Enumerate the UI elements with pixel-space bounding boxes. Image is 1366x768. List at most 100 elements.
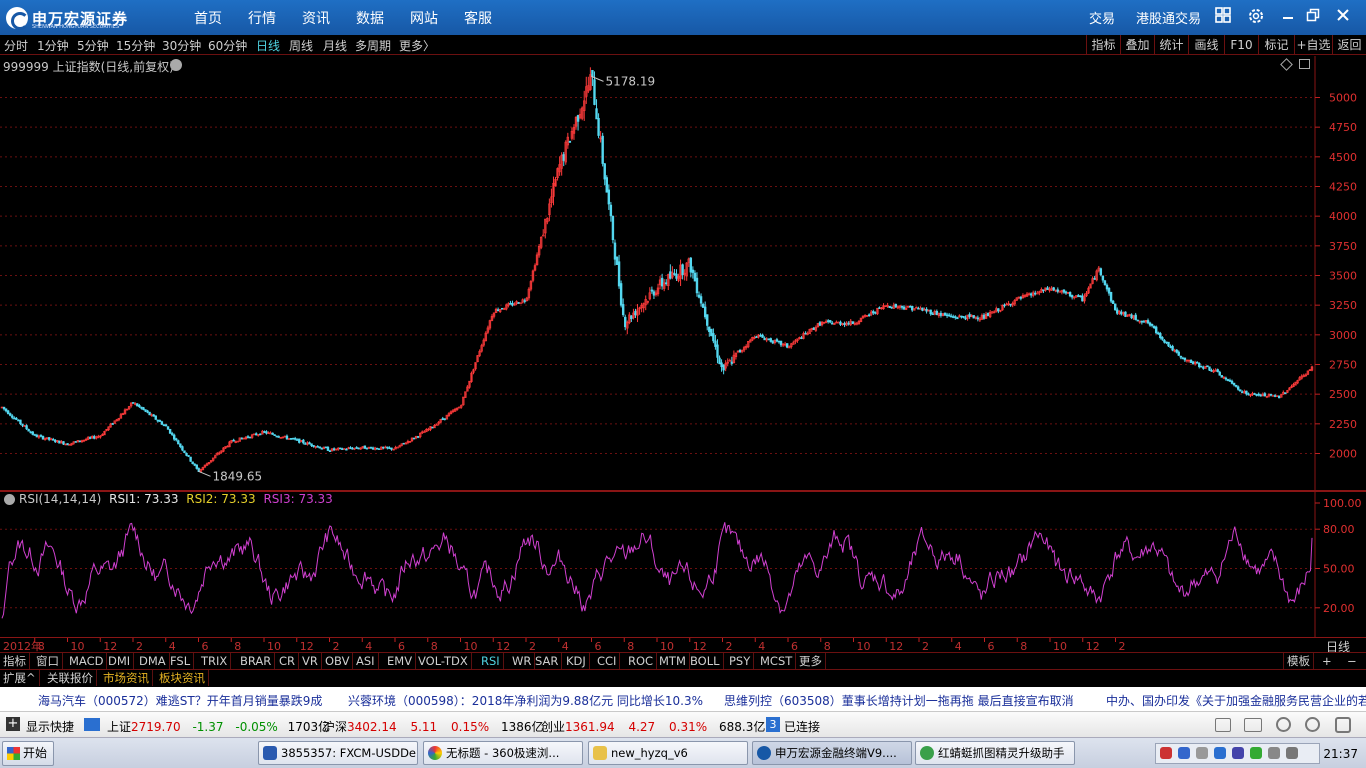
indicator-tab--[interactable]: 更多 [796, 653, 826, 669]
tool-statistics[interactable]: 统计 [1154, 35, 1188, 55]
add-panel-button[interactable]: + [1319, 653, 1335, 669]
taskbar-item-folder[interactable]: new_hyzq_v6 [588, 741, 748, 765]
market-news-tab[interactable]: 市场资讯 [100, 670, 153, 686]
nav-data[interactable]: 数据 [356, 8, 384, 28]
taskbar-item-terminal[interactable]: 申万宏源金融终端V9.... [752, 741, 912, 765]
indicator-tab-roc[interactable]: ROC [625, 653, 658, 669]
indicator-tab-trix[interactable]: TRIX [198, 653, 232, 669]
plus-icon[interactable]: + [6, 717, 20, 731]
search-icon[interactable] [1276, 717, 1291, 732]
remove-panel-button[interactable]: − [1344, 653, 1360, 669]
tray-flag-icon[interactable] [1160, 747, 1172, 759]
nav-website[interactable]: 网站 [410, 8, 438, 28]
ticker-item[interactable]: 兴蓉环境（000598）：2018年净利润为9.88亿元 同比增长10.3% [348, 692, 703, 709]
indicator-tab-psy[interactable]: PSY [726, 653, 755, 669]
tray-app-icon[interactable] [1286, 747, 1298, 759]
indicator-tab-kdj[interactable]: KDJ [563, 653, 590, 669]
keyboard-icon[interactable] [1244, 718, 1262, 732]
speaker-icon[interactable] [1215, 718, 1231, 732]
support-icon[interactable] [1305, 717, 1320, 732]
indicator-tab-macd[interactable]: MACD [66, 653, 108, 669]
tool-draw-line[interactable]: 画线 [1188, 35, 1224, 55]
period-30min[interactable]: 30分钟 [162, 37, 201, 54]
ticker-item[interactable]: 中办、国办印发《关于加强金融服务民营企业的若 [1106, 692, 1366, 709]
tool-back[interactable]: 返回 [1332, 35, 1366, 55]
chevron-down-icon[interactable] [170, 59, 182, 71]
indicator-tab-asi[interactable]: ASI [353, 653, 379, 669]
indicator-tab-fsl[interactable]: FSL [167, 653, 195, 669]
period-timeshare[interactable]: 分时 [4, 37, 28, 54]
candle-body [351, 448, 354, 450]
period-more[interactable]: 更多〉 [399, 37, 435, 54]
ticker-item[interactable]: 思维列控（603508）董事长增持计划一拖再拖 最后直接宣布取消 [724, 692, 1074, 709]
minimize-icon[interactable] [1278, 7, 1298, 27]
tray-app-icon[interactable] [1214, 747, 1226, 759]
ticker-item[interactable]: 海马汽车（000572）难逃ST？开年首月销量暴跌9成 [38, 692, 322, 709]
sector-news-tab[interactable]: 板块资讯 [156, 670, 209, 686]
indicator-tab-rsi[interactable]: RSI [478, 653, 504, 669]
nav-home[interactable]: 首页 [194, 8, 222, 28]
rsi-chart-panel[interactable]: 100.00 80.00 50.00 20.00 RSI(14,14,14) RSI1… [0, 491, 1366, 637]
period-5min[interactable]: 5分钟 [77, 37, 109, 54]
restore-icon[interactable] [1303, 7, 1323, 27]
period-weekly[interactable]: 周线 [289, 37, 313, 54]
rsi-menu-icon[interactable] [4, 494, 15, 505]
indicator-tab-boll[interactable]: BOLL [687, 653, 724, 669]
trade-link[interactable]: 交易 [1089, 8, 1115, 27]
tray-security-icon[interactable] [1250, 747, 1262, 759]
tray-speaker-icon[interactable] [1196, 747, 1208, 759]
tool-overlay[interactable]: 叠加 [1120, 35, 1154, 55]
nav-service[interactable]: 客服 [464, 8, 492, 28]
tray-app-icon[interactable] [1268, 747, 1280, 759]
tray-bluetooth-icon[interactable] [1232, 747, 1244, 759]
indicator-tab-vr[interactable]: VR [299, 653, 322, 669]
period-60min[interactable]: 60分钟 [208, 37, 247, 54]
nav-news[interactable]: 资讯 [302, 8, 330, 28]
indicator-tab-mcst[interactable]: MCST [757, 653, 797, 669]
taskbar-item-browser[interactable]: 无标题 - 360极速浏... [423, 741, 583, 765]
tray-network-icon[interactable] [1178, 747, 1190, 759]
period-multi[interactable]: 多周期 [355, 37, 391, 54]
expand-tab[interactable]: 扩展^ [0, 670, 40, 686]
window-icon[interactable] [1335, 717, 1351, 733]
indicator-tab--[interactable]: 窗口 [33, 653, 63, 669]
indicator-tab-brar[interactable]: BRAR [237, 653, 276, 669]
indicator-tab-mtm[interactable]: MTM [656, 653, 690, 669]
related-quotes-tab[interactable]: 关联报价 [44, 670, 97, 686]
tool-f10[interactable]: F10 [1224, 35, 1258, 55]
tool-indicator[interactable]: 指标 [1086, 35, 1120, 55]
grid-icon[interactable] [1213, 7, 1233, 27]
candlestick-chart[interactable]: 5000 4750 4500 4250 4000 3750 3500 3250 3000 2750… [0, 56, 1366, 491]
indicator-tab--[interactable]: 指标 [0, 653, 30, 669]
candle-body [611, 216, 615, 241]
panel-toggle-icon[interactable] [1299, 59, 1310, 69]
indicator-tab-cr[interactable]: CR [276, 653, 300, 669]
rsi-line-chart[interactable]: 100.00 80.00 50.00 20.00 [0, 491, 1366, 637]
indicator-tab-obv[interactable]: OBV [322, 653, 354, 669]
indicator-tab-vol-tdx[interactable]: VOL-TDX [415, 653, 472, 669]
period-15min[interactable]: 15分钟 [116, 37, 155, 54]
taskbar-item-fxcm[interactable]: 3855357: FXCM-USDDe... [258, 741, 418, 765]
nav-quotes[interactable]: 行情 [248, 8, 276, 28]
period-monthly[interactable]: 月线 [323, 37, 347, 54]
tool-add-watchlist[interactable]: +自选 [1294, 35, 1332, 55]
period-daily[interactable]: 日线 [256, 37, 280, 54]
template-button[interactable]: 模板 [1283, 653, 1314, 669]
start-button[interactable]: 开始 [2, 741, 54, 766]
candle-body [431, 426, 434, 429]
gear-icon[interactable] [1246, 7, 1266, 27]
period-1min[interactable]: 1分钟 [37, 37, 69, 54]
close-icon[interactable] [1333, 7, 1353, 27]
indicator-tab-cci[interactable]: CCI [594, 653, 621, 669]
indicator-tab-sar[interactable]: SAR [532, 653, 563, 669]
indicator-tab-dma[interactable]: DMA [136, 653, 170, 669]
indicator-tab-emv[interactable]: EMV [384, 653, 417, 669]
taskbar-item-screenshot[interactable]: 红蜻蜓抓图精灵升级助手 [915, 741, 1075, 765]
connection-status[interactable]: 已连接 [784, 718, 820, 735]
tool-mark[interactable]: 标记 [1258, 35, 1294, 55]
price-chart-panel[interactable]: 5000 4750 4500 4250 4000 3750 3500 3250 3000 2750… [0, 56, 1366, 491]
hk-connect-trade-link[interactable]: 港股通交易 [1136, 8, 1201, 27]
show-shortcut[interactable]: 显示快捷 [26, 718, 74, 735]
indicator-tab-dmi[interactable]: DMI [105, 653, 135, 669]
clock[interactable]: 21:37 [1323, 747, 1358, 761]
